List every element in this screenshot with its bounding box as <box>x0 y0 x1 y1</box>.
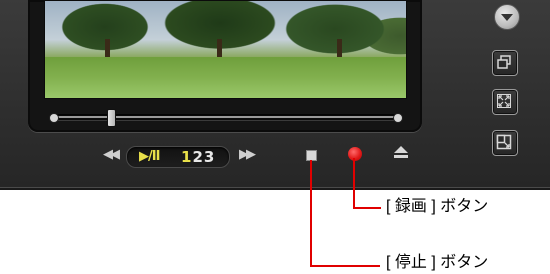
video-display <box>44 0 407 99</box>
rewind-icon: ◀◀ <box>103 147 120 162</box>
record-callout-line-horizontal <box>353 207 381 209</box>
play-speed-control[interactable]: ▶/II 123 <box>126 146 230 168</box>
resize-button[interactable] <box>492 130 518 156</box>
media-player: ◀◀ ▶/II 123 ▶▶ <box>0 0 550 190</box>
fullscreen-icon <box>497 94 511 108</box>
window-icon <box>497 55 511 69</box>
rewind-button[interactable]: ◀◀ <box>100 147 120 163</box>
speed-2-3[interactable]: 23 <box>192 148 215 166</box>
record-button-label: [ 録画 ] ボタン <box>386 198 489 215</box>
resize-icon <box>496 134 512 150</box>
stop-callout-line-horizontal <box>310 265 380 267</box>
video-trees <box>45 1 406 62</box>
seek-bar[interactable] <box>49 113 403 123</box>
eject-button[interactable] <box>394 146 408 162</box>
fast-forward-button[interactable]: ▶▶ <box>236 147 256 163</box>
seek-start-cap <box>49 113 59 123</box>
speed-selector[interactable]: 123 <box>181 148 215 166</box>
seek-end-cap <box>393 113 403 123</box>
record-callout-line-vertical <box>353 158 355 209</box>
video-grass <box>45 57 406 98</box>
menu-down-button[interactable] <box>494 4 520 30</box>
stop-callout-line-vertical <box>310 160 312 267</box>
window-button[interactable] <box>492 50 518 76</box>
fast-forward-icon: ▶▶ <box>239 147 256 162</box>
record-button[interactable] <box>348 147 362 161</box>
eject-icon <box>394 146 408 153</box>
fullscreen-button[interactable] <box>492 89 518 115</box>
speed-1[interactable]: 1 <box>181 148 192 166</box>
eject-bar <box>394 155 408 158</box>
stop-button-label: [ 停止 ] ボタン <box>386 254 489 271</box>
seek-thumb[interactable] <box>107 109 116 127</box>
menu-down-icon <box>501 14 513 21</box>
play-pause-button[interactable]: ▶/II <box>139 149 160 164</box>
